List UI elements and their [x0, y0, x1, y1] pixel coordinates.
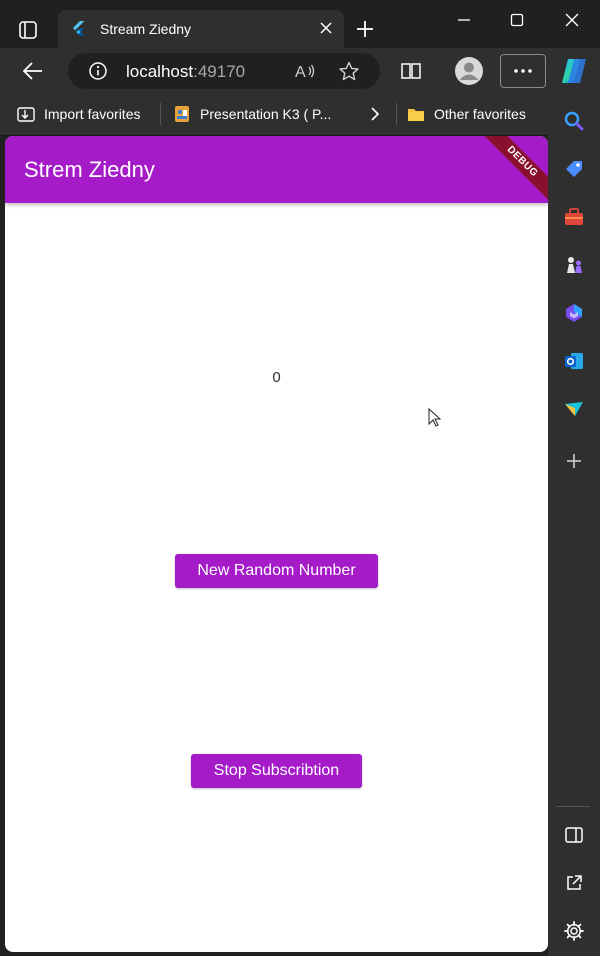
flutter-icon	[73, 21, 85, 36]
favorite-import-label: Import favorites	[44, 106, 141, 122]
ellipsis-icon	[514, 69, 532, 73]
panel-icon[interactable]	[561, 822, 587, 848]
favorites-divider	[396, 103, 397, 125]
favorite-presentation-label: Presentation K3 ( P...	[200, 106, 332, 122]
toolbox-icon[interactable]	[561, 204, 587, 230]
browser-window: Stream Ziedny localhost:49170 A Import f…	[0, 0, 600, 956]
sidebar-divider	[556, 806, 590, 807]
random-number-display: 0	[272, 369, 281, 386]
favorite-other[interactable]: Other favorites	[406, 94, 526, 134]
maximize-icon[interactable]	[503, 8, 531, 32]
new-random-number-button[interactable]: New Random Number	[175, 554, 378, 588]
favorite-presentation[interactable]: Presentation K3 ( P...	[172, 94, 331, 134]
stop-subscription-button[interactable]: Stop Subscribtion	[191, 754, 362, 788]
app-bar: Strem Ziedny DEBUG	[5, 136, 548, 211]
app-title: Strem Ziedny	[24, 157, 155, 182]
tag-icon[interactable]	[561, 156, 587, 182]
external-link-icon[interactable]	[561, 870, 587, 896]
settings-gear-icon[interactable]	[561, 918, 587, 944]
favorites-bar: Import favorites Presentation K3 ( P... …	[0, 94, 548, 134]
close-tab-icon[interactable]	[318, 20, 334, 36]
send-icon[interactable]	[561, 396, 587, 422]
title-bar: Stream Ziedny	[0, 0, 600, 48]
address-bar[interactable]: localhost:49170 A	[68, 53, 380, 89]
chess-icon[interactable]	[561, 252, 587, 278]
tab-stream-ziedny[interactable]: Stream Ziedny	[58, 10, 344, 48]
close-window-icon[interactable]	[558, 8, 586, 32]
address-url[interactable]: localhost:49170	[126, 62, 245, 82]
info-icon[interactable]	[88, 61, 108, 81]
copilot-icon[interactable]	[558, 56, 590, 86]
minimize-icon[interactable]	[450, 8, 478, 32]
chevron-right-icon[interactable]	[366, 104, 384, 124]
folder-icon	[408, 109, 424, 121]
favorite-other-label: Other favorites	[434, 106, 526, 122]
page-viewport: Strem Ziedny DEBUG 0 New Random Number S…	[5, 136, 548, 952]
import-icon	[17, 107, 35, 122]
presentation-icon	[175, 106, 189, 122]
tab-title: Stream Ziedny	[100, 21, 192, 37]
add-icon[interactable]	[561, 448, 587, 474]
new-tab-icon[interactable]	[354, 18, 376, 40]
svg-text:A: A	[295, 64, 306, 81]
debug-banner: DEBUG	[473, 136, 548, 211]
back-arrow-icon[interactable]	[20, 59, 46, 83]
read-aloud-icon[interactable]: A	[294, 61, 316, 81]
outlook-icon[interactable]	[561, 348, 587, 374]
more-options-button[interactable]	[500, 54, 546, 88]
tab-actions-icon[interactable]	[14, 16, 42, 44]
edge-sidebar	[548, 94, 600, 956]
favorites-divider	[160, 103, 161, 125]
favorite-star-icon[interactable]	[338, 61, 360, 81]
favorite-import[interactable]: Import favorites	[16, 94, 140, 134]
split-screen-icon[interactable]	[400, 61, 422, 81]
profile-avatar[interactable]	[454, 56, 484, 86]
m365-icon[interactable]	[561, 300, 587, 326]
search-icon[interactable]	[561, 108, 587, 134]
navigation-bar: localhost:49170 A	[0, 48, 600, 94]
mouse-cursor-icon	[428, 408, 442, 427]
